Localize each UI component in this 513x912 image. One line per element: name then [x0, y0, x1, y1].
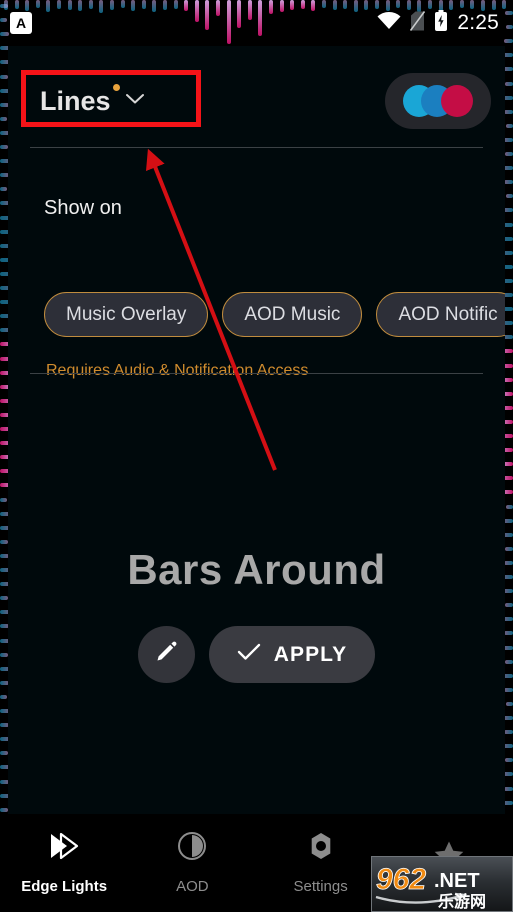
edge-light-bar	[0, 652, 8, 657]
chip-aod-music[interactable]: AOD Music	[222, 292, 363, 337]
edge-light-bar	[504, 631, 513, 636]
edge-lights-arrow-icon	[47, 831, 81, 866]
requires-access-note: Requires Audio & Notification Access	[46, 362, 309, 379]
edge-light-bar	[0, 807, 8, 812]
edge-light-bar	[505, 603, 513, 608]
app-badge-letter: A	[15, 15, 27, 31]
preset-dropdown[interactable]: Lines	[22, 77, 163, 126]
pencil-icon	[154, 640, 178, 669]
color-palette-pill[interactable]	[385, 73, 491, 129]
show-on-label: Show on	[44, 197, 122, 219]
edge-light-bar	[506, 504, 513, 509]
edge-light-bar	[0, 497, 7, 502]
app-letter-badge: A	[10, 12, 32, 34]
edge-light-bar	[0, 539, 8, 544]
site-watermark: 962 .NET 乐游网	[371, 856, 513, 912]
wifi-icon	[377, 11, 401, 35]
main-content-panel: Lines Show on Music Overlay AOD Music AO…	[8, 46, 505, 814]
gear-icon	[306, 831, 336, 866]
edge-light-bar	[0, 116, 7, 121]
apply-button-label: APPLY	[273, 642, 348, 666]
check-icon	[237, 642, 261, 668]
sim-card-off-icon	[410, 10, 426, 36]
edge-light-bar	[505, 546, 513, 551]
edge-light-bar	[504, 560, 513, 565]
edge-light-bar	[0, 596, 8, 601]
divider-bottom	[30, 373, 483, 374]
preset-name-label: Lines	[40, 83, 120, 117]
half-moon-icon	[177, 831, 207, 866]
edge-light-bar	[506, 194, 513, 199]
nav-label-edge-lights: Edge Lights	[21, 878, 108, 895]
unsaved-changes-dot	[112, 83, 120, 91]
edge-light-bar	[505, 758, 513, 763]
edge-light-bar	[0, 694, 7, 699]
status-bar: A 2:25	[0, 0, 513, 46]
apply-button[interactable]: APPLY	[208, 626, 376, 683]
chip-aod-notification[interactable]: AOD Notific	[376, 292, 505, 337]
header-row: Lines	[22, 70, 491, 132]
nav-item-edge-lights[interactable]: Edge Lights	[0, 831, 128, 895]
edge-light-bar	[0, 751, 8, 756]
edge-light-bar	[504, 730, 513, 735]
edge-light-bar	[0, 74, 8, 79]
phone-screen: A 2:25 Lines Show on Music Overlay AOD M…	[0, 0, 513, 912]
edge-light-bar	[504, 786, 513, 791]
svg-text:乐游网: 乐游网	[438, 892, 486, 911]
edge-light-bar	[504, 109, 513, 114]
edge-light-bar	[0, 145, 8, 149]
page-title: Bars Around	[127, 546, 386, 593]
status-bar-icons: 2:25	[377, 10, 499, 36]
nav-item-settings[interactable]: Settings	[257, 831, 385, 895]
chevron-down-icon[interactable]	[125, 92, 145, 110]
edge-light-bar	[506, 123, 513, 128]
edit-button[interactable]	[137, 626, 195, 683]
nav-label-aod: AOD	[176, 878, 209, 895]
svg-text:962: 962	[376, 863, 426, 896]
edge-light-bar	[0, 187, 7, 192]
edge-light-bar	[504, 180, 513, 185]
show-on-chip-row: Music Overlay AOD Music AOD Notific	[44, 292, 505, 337]
svg-text:.NET: .NET	[434, 870, 480, 892]
nav-label-settings: Settings	[293, 878, 348, 895]
edge-light-bar	[505, 659, 513, 664]
edge-light-bar	[505, 81, 513, 86]
nav-item-aod[interactable]: AOD	[128, 831, 256, 895]
chip-music-overlay[interactable]: Music Overlay	[44, 292, 209, 337]
edge-light-bar	[505, 152, 513, 156]
divider-top	[30, 147, 483, 148]
edge-light-bar	[506, 701, 513, 706]
status-bar-clock: 2:25	[457, 11, 499, 34]
hero-actions: APPLY	[8, 626, 505, 683]
palette-swatch-3	[441, 85, 473, 117]
edge-light-bar	[504, 687, 513, 692]
battery-charging-icon	[434, 10, 448, 36]
